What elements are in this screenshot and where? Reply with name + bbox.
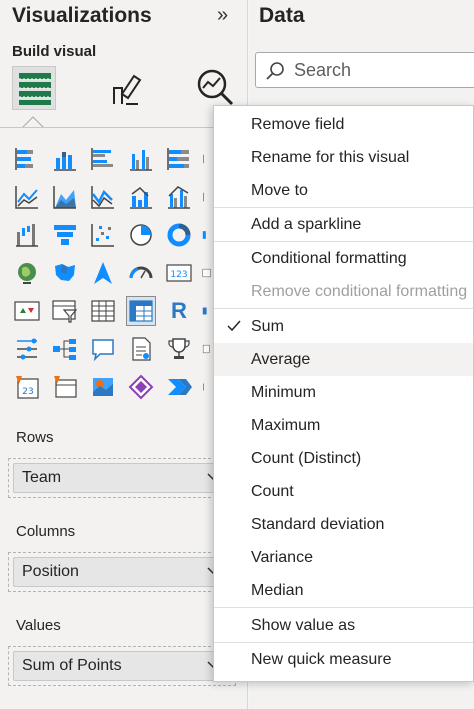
menu-remove-conditional-formatting: Remove conditional formatting	[251, 282, 468, 300]
calendar-visual-icon[interactable]: 23	[12, 372, 42, 402]
menu-rename-for-visual[interactable]: Rename for this visual	[214, 141, 473, 174]
data-title: Data	[259, 4, 305, 27]
search-icon	[266, 62, 284, 80]
table-icon[interactable]	[88, 296, 118, 326]
visualizations-pane: Visualizations » Build visual 123 R 23 R…	[0, 0, 248, 709]
paginated-report-icon[interactable]	[202, 334, 212, 364]
search-placeholder: Search	[294, 60, 352, 80]
menu-average[interactable]: Average	[214, 343, 473, 376]
stacked-area-chart-icon[interactable]	[88, 182, 118, 212]
columns-field-position[interactable]: Position	[13, 557, 231, 587]
field-context-menu: Remove field Rename for this visual Move…	[213, 105, 474, 682]
line-and-stacked-column-chart-icon[interactable]	[126, 182, 156, 212]
menu-separator	[214, 607, 473, 608]
key-influencers-icon[interactable]	[12, 334, 42, 364]
python-visual-icon[interactable]	[202, 296, 212, 326]
build-visual-icon[interactable]	[12, 66, 56, 110]
collapse-pane-button[interactable]: »	[217, 4, 228, 27]
menu-sum[interactable]: Sum	[214, 310, 473, 343]
values-well[interactable]: Sum of Points	[8, 646, 236, 686]
100-stacked-column-chart-icon[interactable]	[202, 144, 212, 174]
azure-map-icon[interactable]	[88, 258, 118, 288]
clustered-column-chart-icon[interactable]	[126, 144, 156, 174]
menu-separator	[214, 308, 473, 309]
treemap-icon[interactable]	[202, 220, 212, 250]
pie-chart-icon[interactable]	[126, 220, 156, 250]
smart-narrative-icon[interactable]	[126, 334, 156, 364]
menu-add-sparkline[interactable]: Add a sparkline	[214, 208, 473, 241]
analytics-icon[interactable]	[194, 66, 238, 110]
donut-chart-icon[interactable]	[164, 220, 194, 250]
menu-move-to[interactable]: Move to	[214, 174, 473, 207]
qna-icon[interactable]	[88, 334, 118, 364]
divider	[0, 127, 248, 128]
line-chart-icon[interactable]	[12, 182, 42, 212]
metrics-trophy-icon[interactable]	[164, 334, 194, 364]
rows-field-team[interactable]: Team	[13, 463, 231, 493]
menu-remove-field[interactable]: Remove field	[214, 108, 473, 141]
menu-sum-label: Sum	[251, 317, 284, 335]
arcgis-map-icon[interactable]	[88, 372, 118, 402]
stacked-bar-chart-icon[interactable]	[12, 144, 42, 174]
card-icon[interactable]: 123	[164, 258, 194, 288]
menu-maximum[interactable]: Maximum	[214, 409, 473, 442]
power-apps-slicer-icon[interactable]	[50, 372, 80, 402]
data-search-input[interactable]: Search	[255, 52, 474, 88]
scatter-chart-icon[interactable]	[88, 220, 118, 250]
values-field-label: Sum of Points	[22, 657, 122, 674]
menu-new-quick-measure[interactable]: New quick measure	[214, 643, 473, 676]
matrix-icon[interactable]	[126, 296, 156, 326]
rows-field-label: Team	[22, 469, 62, 486]
menu-show-value-as[interactable]: Show value as	[214, 609, 473, 642]
rows-label: Rows	[16, 429, 54, 446]
checkmark-icon	[227, 319, 241, 335]
100-stacked-bar-chart-icon[interactable]	[164, 144, 194, 174]
map-icon[interactable]	[12, 258, 42, 288]
visualizations-title: Visualizations	[12, 4, 152, 27]
ribbon-chart-icon[interactable]	[202, 182, 212, 212]
gauge-icon[interactable]	[126, 258, 156, 288]
power-automate-icon[interactable]	[164, 372, 194, 402]
menu-median[interactable]: Median	[214, 574, 473, 607]
svg-text:23: 23	[22, 387, 33, 397]
columns-label: Columns	[16, 523, 76, 540]
values-field-sum-of-points[interactable]: Sum of Points	[13, 651, 231, 681]
power-apps-icon[interactable]	[126, 372, 156, 402]
r-script-visual-icon[interactable]: R	[164, 296, 194, 326]
columns-well[interactable]: Position	[8, 552, 236, 592]
menu-count[interactable]: Count	[214, 475, 473, 508]
menu-variance[interactable]: Variance	[214, 541, 473, 574]
columns-field-label: Position	[22, 563, 79, 580]
get-more-visuals-icon[interactable]	[202, 372, 212, 402]
menu-count-distinct[interactable]: Count (Distinct)	[214, 442, 473, 475]
multi-row-card-icon[interactable]	[202, 258, 212, 288]
menu-conditional-formatting[interactable]: Conditional formatting	[214, 242, 473, 275]
slicer-icon[interactable]	[50, 296, 80, 326]
values-label: Values	[16, 617, 61, 634]
rows-well[interactable]: Team	[8, 458, 236, 498]
filled-map-icon[interactable]	[50, 258, 80, 288]
svg-text:123: 123	[170, 270, 187, 280]
line-and-clustered-column-chart-icon[interactable]	[164, 182, 194, 212]
build-visual-label: Build visual	[12, 43, 97, 60]
waterfall-chart-icon[interactable]	[12, 220, 42, 250]
stacked-column-chart-icon[interactable]	[50, 144, 80, 174]
r-visual-letter: R	[171, 298, 187, 323]
format-visual-icon[interactable]	[104, 66, 148, 110]
clustered-bar-chart-icon[interactable]	[88, 144, 118, 174]
menu-minimum[interactable]: Minimum	[214, 376, 473, 409]
decomposition-tree-icon[interactable]	[50, 334, 80, 364]
area-chart-icon[interactable]	[50, 182, 80, 212]
menu-standard-deviation[interactable]: Standard deviation	[214, 508, 473, 541]
kpi-icon[interactable]	[12, 296, 42, 326]
funnel-chart-icon[interactable]	[50, 220, 80, 250]
